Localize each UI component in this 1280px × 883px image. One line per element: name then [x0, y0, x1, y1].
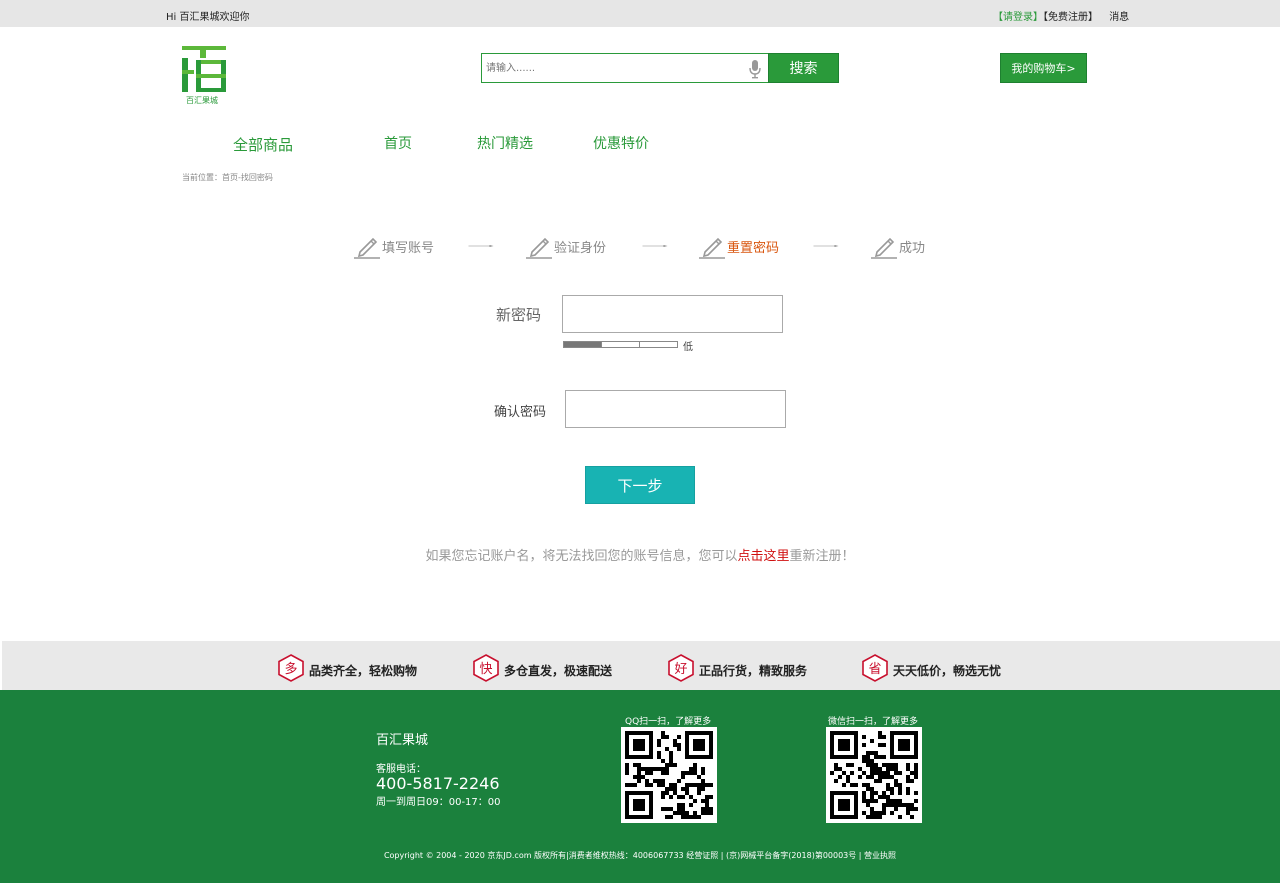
pencil-icon: [699, 237, 725, 259]
footer-brand: 百汇果城: [376, 733, 429, 748]
breadcrumb: 当前位置：首页-找回密码: [182, 173, 273, 182]
cart-button[interactable]: 我的购物车>: [1000, 53, 1087, 83]
feature-badge-text: 快: [479, 662, 492, 677]
wechat-qr-code: [826, 727, 922, 823]
microphone-icon[interactable]: [748, 59, 762, 79]
forgot-prefix: 如果您忘记账户名，将无法找回您的账号信息，您可以: [425, 549, 738, 564]
welcome-text: Hi 百汇果城欢迎你: [166, 12, 250, 23]
arrow-right-icon: [813, 245, 839, 247]
search-button[interactable]: 搜索: [768, 53, 839, 83]
copyright: Copyright © 2004 - 2020 京东JD.com 版权所有|消费…: [383, 851, 897, 860]
nav-item-hot[interactable]: 热门精选: [477, 133, 533, 153]
hexagon-badge-icon: 好: [668, 654, 694, 682]
pencil-icon: [354, 237, 380, 259]
forgot-account-note: 如果您忘记账户名，将无法找回您的账号信息，您可以点击这里重新注册！: [0, 545, 1280, 564]
feature-badge-text: 多: [284, 661, 297, 677]
confirm-password-label: 确认密码: [494, 405, 547, 420]
strength-segment: [602, 342, 640, 347]
progress-steps: 填写账号 验证身份 重置密码 成功: [352, 232, 952, 262]
search-input[interactable]: [486, 59, 736, 77]
service-hours: 周一到周日09：00-17：00: [376, 797, 501, 808]
qr-code-icon: [830, 731, 918, 819]
logo-text: 百汇果城: [186, 96, 218, 105]
qr-code-icon: [625, 731, 713, 819]
next-step-button[interactable]: 下一步: [585, 466, 695, 504]
strength-segment: [564, 342, 602, 347]
logo-mark-icon: [182, 46, 226, 92]
hexagon-badge-icon: 省: [862, 654, 888, 682]
feature-bar: [2, 641, 1280, 690]
new-password-label: 新密码: [496, 306, 542, 324]
new-password-input[interactable]: [562, 295, 783, 333]
strength-label: 低: [683, 342, 693, 353]
strength-segment: [640, 342, 678, 347]
feature-text: 品类齐全，轻松购物: [309, 664, 418, 678]
footer: 百汇果城 客服电话： 400-5817-2246 周一到周日09：00-17：0…: [0, 690, 1280, 883]
step-label: 成功: [899, 241, 926, 256]
feature-badge-text: 省: [868, 662, 881, 677]
feature-text: 天天低价，畅选无忧: [893, 664, 1002, 678]
qq-qr-code: [621, 727, 717, 823]
pencil-icon: [871, 237, 897, 259]
messages-link[interactable]: 消息: [1109, 12, 1129, 23]
nav-all-products[interactable]: 全部商品: [233, 134, 293, 155]
search-bar: 搜索: [481, 53, 839, 83]
wechat-qr-label: 微信扫一扫，了解更多: [828, 717, 919, 727]
nav-item-deals[interactable]: 优惠特价: [593, 133, 649, 153]
step-label: 填写账号: [382, 241, 435, 256]
search-box: [481, 53, 769, 83]
register-link[interactable]: 【免费注册】: [1043, 12, 1098, 23]
feature-badge-text: 好: [674, 662, 687, 677]
top-links: 【请登录】【免费注册】 消息: [993, 8, 1129, 23]
step-label: 重置密码: [727, 241, 780, 256]
hexagon-badge-icon: 快: [473, 654, 499, 682]
service-phone: 400-5817-2246: [376, 774, 500, 793]
site-logo[interactable]: 百汇果城: [182, 46, 228, 106]
register-here-link[interactable]: 点击这里: [737, 549, 789, 564]
top-bar: Hi 百汇果城欢迎你 【请登录】【免费注册】 消息: [0, 0, 1280, 27]
arrow-right-icon: [642, 245, 668, 247]
login-link[interactable]: 【请登录】: [993, 12, 1043, 23]
password-strength-meter: [563, 341, 678, 348]
feature-text: 多仓直发，极速配送: [504, 664, 613, 678]
nav-item-home[interactable]: 首页: [384, 133, 412, 153]
forgot-suffix: 重新注册！: [789, 549, 855, 564]
arrow-right-icon: [468, 245, 494, 247]
qq-qr-label: QQ扫一扫，了解更多: [625, 717, 712, 727]
hexagon-badge-icon: 多: [278, 654, 304, 682]
service-phone-label: 客服电话：: [376, 764, 426, 775]
confirm-password-input[interactable]: [565, 390, 786, 428]
pencil-icon: [526, 237, 552, 259]
step-label: 验证身份: [554, 241, 607, 256]
feature-text: 正品行货，精致服务: [699, 664, 808, 678]
